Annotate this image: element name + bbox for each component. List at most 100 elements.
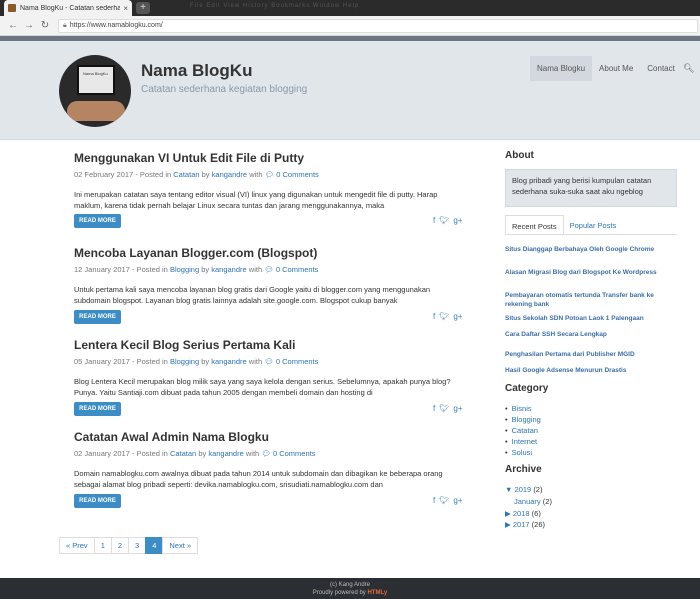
archive-count: (26) — [531, 520, 545, 529]
post-author-link[interactable]: kangandre — [211, 357, 246, 366]
url-input[interactable]: 🔒︎ https://www.namablogku.com/ — [58, 18, 698, 33]
post-title[interactable]: Catatan Awal Admin Nama Blogku — [74, 430, 464, 444]
recent-post-link[interactable]: Penghasilan Pertama dari Publisher MGID — [505, 350, 675, 359]
address-bar: ← → ↻ 🔒︎ https://www.namablogku.com/ — [0, 16, 700, 36]
tab-recent-posts[interactable]: Recent Posts — [505, 215, 564, 234]
post-comments-link[interactable]: 0 Comments — [276, 265, 319, 274]
post-meta: 02 February 2017 - Posted in Catatan by … — [74, 170, 464, 179]
recent-post-link[interactable]: Alasan Migrasi Blog dari Blogspot Ke Wor… — [505, 268, 675, 277]
nav-item-contact[interactable]: Contact — [640, 56, 682, 81]
category-link[interactable]: Bisnis — [512, 404, 532, 413]
post-date: 05 January 2017 — [74, 357, 130, 366]
collapse-arrow-icon[interactable]: ▼ — [505, 485, 512, 494]
back-arrow-icon[interactable]: ← — [6, 20, 20, 31]
tab-popular-posts[interactable]: Popular Posts — [564, 215, 623, 234]
category-link[interactable]: Catatan — [512, 426, 538, 435]
category-link[interactable]: Solusi — [512, 448, 532, 457]
bullet-icon: • — [505, 426, 508, 435]
post-title[interactable]: Mencoba Layanan Blogger.com (Blogspot) — [74, 246, 464, 260]
post-author-link[interactable]: kangandre — [212, 170, 247, 179]
pagination-page-1[interactable]: 1 — [93, 537, 112, 554]
post-item: Lentera Kecil Blog Serius Pertama Kali 0… — [74, 338, 464, 398]
lock-icon: 🔒︎ — [63, 21, 67, 29]
reload-icon[interactable]: ↻ — [38, 20, 52, 31]
post-meta: 02 January 2017 - Posted in Catatan by k… — [74, 449, 464, 458]
post-title[interactable]: Lentera Kecil Blog Serius Pertama Kali — [74, 338, 464, 352]
post-title[interactable]: Menggunakan VI Untuk Edit File di Putty — [74, 151, 464, 165]
nav-item-about[interactable]: About Me — [592, 56, 640, 81]
expand-arrow-icon[interactable]: ▶ — [505, 520, 511, 529]
archive-item: January (2) — [514, 497, 552, 506]
bullet-icon: • — [505, 404, 508, 413]
about-heading: About — [505, 150, 534, 161]
google-plus-icon[interactable]: g+ — [453, 404, 462, 413]
category-link[interactable]: Internet — [512, 437, 537, 446]
nav-item-home[interactable]: Nama Blogku — [530, 56, 593, 81]
google-plus-icon[interactable]: g+ — [453, 312, 462, 321]
facebook-icon[interactable]: f — [433, 496, 435, 505]
pagination-next[interactable]: Next » — [162, 537, 199, 554]
menu-bar-ghost: File Edit View History Bookmarks Window … — [190, 3, 360, 9]
footer-copyright: (c) Kang Andre — [329, 582, 371, 588]
browser-tab-bar: Nama BlogKu - Catatan sederhana × + File… — [0, 0, 700, 16]
recent-post-link[interactable]: Hasil Google Adsense Menurun Drastis — [505, 366, 675, 375]
post-category-link[interactable]: Catatan — [170, 449, 196, 458]
read-more-button[interactable]: READ MORE — [74, 214, 121, 228]
post-author-link[interactable]: kangandre — [208, 449, 243, 458]
post-comments-link[interactable]: 0 Comments — [276, 357, 319, 366]
by-label: by — [201, 170, 210, 179]
post-category-link[interactable]: Blogging — [170, 357, 199, 366]
new-tab-button[interactable]: + — [136, 2, 150, 14]
category-item: • Bisnis — [505, 403, 541, 414]
recent-post-link[interactable]: Pembayaran otomatis tertunda Transfer ba… — [505, 291, 675, 309]
facebook-icon[interactable]: f — [433, 404, 435, 413]
post-category-link[interactable]: Catatan — [173, 170, 199, 179]
google-plus-icon[interactable]: g+ — [453, 496, 462, 505]
url-text: https://www.namablogku.com/ — [69, 21, 163, 29]
read-more-button[interactable]: READ MORE — [74, 402, 121, 416]
browser-tab[interactable]: Nama BlogKu - Catatan sederhana × — [4, 0, 132, 16]
post-author-link[interactable]: kangandre — [211, 265, 246, 274]
pagination-page-3[interactable]: 3 — [128, 537, 147, 554]
pagination-page-4[interactable]: 4 — [145, 537, 164, 554]
expand-arrow-icon[interactable]: ▶ — [505, 509, 511, 518]
twitter-icon[interactable]: 🐦︎ — [439, 404, 449, 413]
post-comments-link[interactable]: 0 Comments — [276, 170, 319, 179]
pagination: « Prev 1 2 3 4 Next » — [59, 537, 199, 554]
pagination-page-2[interactable]: 2 — [110, 537, 130, 554]
post-category-link[interactable]: Blogging — [170, 265, 199, 274]
post-excerpt: Domain namablogku.com awalnya dibuat pad… — [74, 469, 443, 489]
post-date: 02 January 2017 — [74, 449, 130, 458]
by-label: by — [201, 357, 210, 366]
category-link[interactable]: Blogging — [512, 415, 541, 424]
post-meta: 05 January 2017 - Posted in Blogging by … — [74, 357, 464, 366]
recent-post-link[interactable]: Cara Daftar SSH Secara Lengkap — [505, 330, 675, 339]
recent-post-link[interactable]: Situs Dianggap Berbahaya Oleh Google Chr… — [505, 245, 675, 254]
archive-year-link[interactable]: 2017 — [513, 520, 530, 529]
close-icon[interactable]: × — [123, 4, 128, 13]
archive-year-link[interactable]: 2018 — [513, 509, 530, 518]
facebook-icon[interactable]: f — [433, 216, 435, 225]
facebook-icon[interactable]: f — [433, 312, 435, 321]
tab-title: Nama BlogKu - Catatan sederhana — [20, 4, 121, 12]
archive-month-link[interactable]: January — [514, 497, 541, 506]
archive-count: (2) — [542, 497, 552, 506]
bullet-icon: • — [505, 415, 508, 424]
forward-arrow-icon[interactable]: → — [22, 20, 36, 31]
avatar-hands — [67, 101, 125, 121]
footer-brand-link[interactable]: HTMLy — [367, 590, 387, 596]
twitter-icon[interactable]: 🐦︎ — [439, 216, 449, 225]
site-title[interactable]: Nama BlogKu — [141, 61, 252, 81]
post-comments-link[interactable]: 0 Comments — [273, 449, 316, 458]
recent-post-link[interactable]: Situs Sekolah SDN Potoan Laok 1 Palengaa… — [505, 314, 675, 323]
pagination-prev[interactable]: « Prev — [59, 537, 95, 554]
twitter-icon[interactable]: 🐦︎ — [439, 496, 449, 505]
twitter-icon[interactable]: 🐦︎ — [439, 312, 449, 321]
with-label: with — [245, 449, 260, 458]
read-more-button[interactable]: READ MORE — [74, 494, 121, 508]
read-more-button[interactable]: READ MORE — [74, 310, 121, 324]
archive-year-link[interactable]: 2019 — [515, 485, 532, 494]
category-item: • Catatan — [505, 425, 541, 436]
google-plus-icon[interactable]: g+ — [453, 216, 462, 225]
search-icon[interactable]: 🔍︎ — [683, 63, 694, 74]
